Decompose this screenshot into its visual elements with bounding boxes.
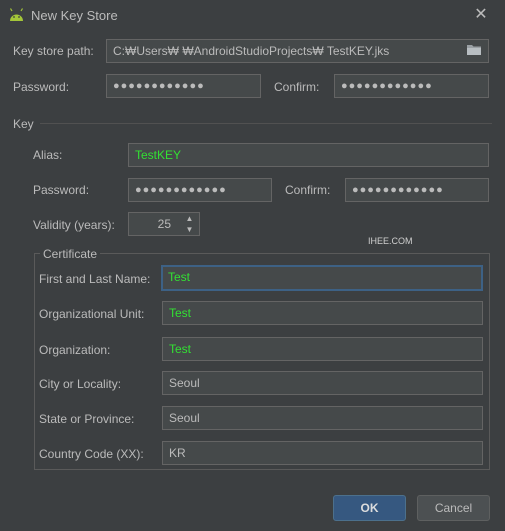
organization-label: Organization: xyxy=(39,343,111,357)
key-section-divider xyxy=(40,123,492,124)
key-password-field[interactable]: ●●●●●●●●●●●● xyxy=(128,178,272,202)
state-label: State or Province: xyxy=(39,412,135,426)
alias-label: Alias: xyxy=(33,148,63,162)
city-field[interactable]: Seoul xyxy=(162,371,483,395)
window-title: New Key Store xyxy=(31,8,118,23)
keystore-confirm-label: Confirm: xyxy=(274,80,320,94)
key-password-label: Password: xyxy=(33,183,90,197)
ok-button[interactable]: OK xyxy=(333,495,406,521)
certificate-group-label: Certificate xyxy=(40,247,101,261)
keystore-password-field[interactable]: ●●●●●●●●●●●● xyxy=(106,74,261,98)
country-code-label: Country Code (XX): xyxy=(39,447,144,461)
city-label: City or Locality: xyxy=(39,377,122,391)
android-icon xyxy=(9,8,24,21)
close-icon[interactable]: ✕ xyxy=(471,5,491,25)
country-code-field[interactable]: KR xyxy=(162,441,483,465)
org-unit-field[interactable]: Test xyxy=(162,301,483,325)
alias-field[interactable]: TestKEY xyxy=(128,143,489,167)
state-field[interactable]: Seoul xyxy=(162,406,483,430)
folder-icon[interactable] xyxy=(466,43,482,56)
organization-field[interactable]: Test xyxy=(162,337,483,361)
keystore-password-label: Password: xyxy=(13,80,70,94)
watermark-text: IHEE.COM xyxy=(368,236,413,246)
key-confirm-label: Confirm: xyxy=(285,183,331,197)
spinner-down-icon[interactable]: ▼ xyxy=(181,224,198,235)
validity-label: Validity (years): xyxy=(33,218,115,232)
first-last-name-label: First and Last Name: xyxy=(39,272,151,286)
key-confirm-field[interactable]: ●●●●●●●●●●●● xyxy=(345,178,489,202)
org-unit-label: Organizational Unit: xyxy=(39,307,145,321)
cancel-button[interactable]: Cancel xyxy=(417,495,490,521)
key-store-path-label: Key store path: xyxy=(13,44,94,58)
key-section-label: Key xyxy=(13,117,34,131)
first-last-name-field[interactable]: Test xyxy=(161,265,483,291)
key-store-path-field[interactable]: C:₩Users₩ ₩AndroidStudioProjects₩ TestKE… xyxy=(106,39,489,63)
spinner-up-icon[interactable]: ▲ xyxy=(181,213,198,224)
keystore-confirm-field[interactable]: ●●●●●●●●●●●● xyxy=(334,74,489,98)
